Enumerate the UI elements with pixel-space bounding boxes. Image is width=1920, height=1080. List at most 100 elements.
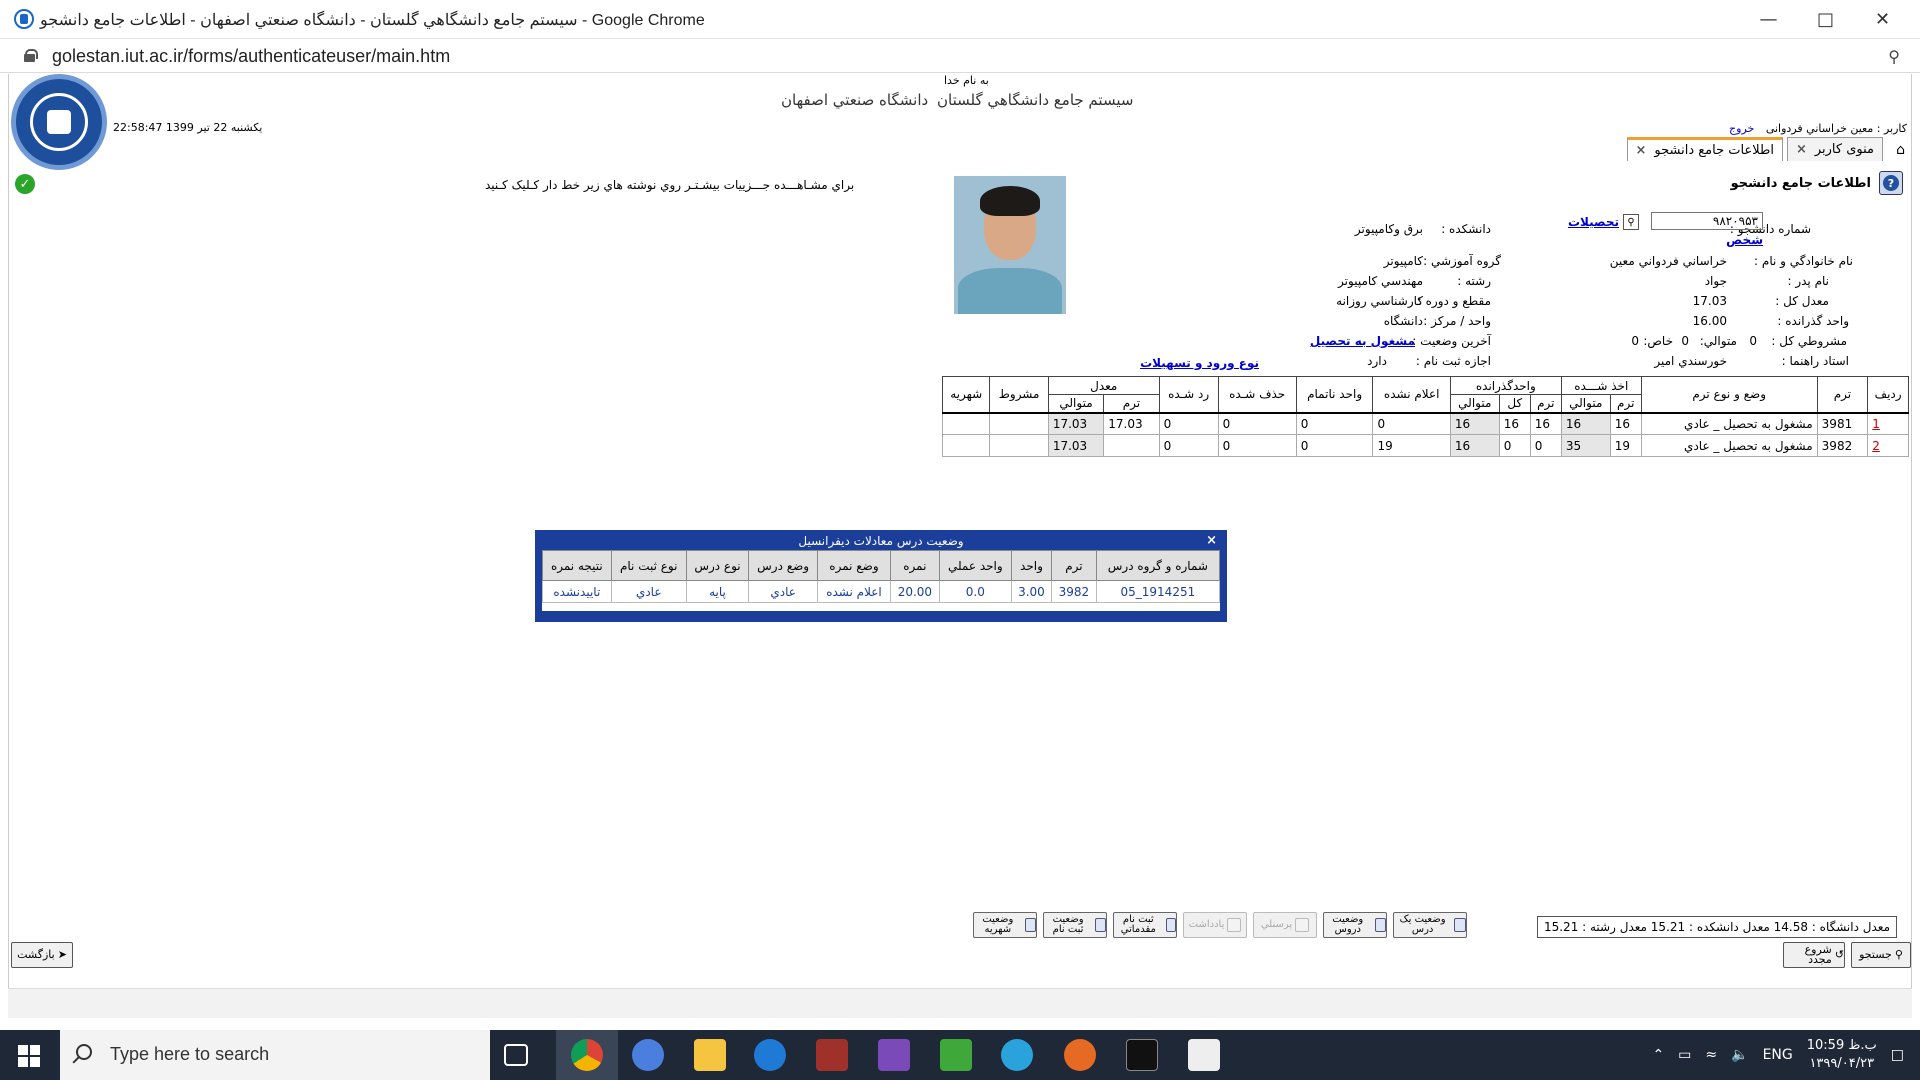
visual-studio-icon[interactable] <box>878 1039 910 1071</box>
language-indicator[interactable]: ENG <box>1763 1047 1793 1063</box>
taskbar-search[interactable]: Type here to search <box>60 1030 490 1080</box>
chevron-up-icon[interactable]: ⌃ <box>1652 1047 1664 1063</box>
browser-status-bar <box>8 988 1912 1018</box>
course-table: شماره و گروه درس ترم واحد واحد عملي نمره… <box>542 550 1221 603</box>
courses-status-button[interactable]: وضعيت دروس <box>1323 912 1387 938</box>
course-col-header: شماره و گروه درس <box>1095 550 1221 581</box>
course-col-header: واحد عملي <box>938 550 1012 581</box>
course-cell: 0.0 <box>938 580 1012 603</box>
note-button[interactable]: يادداشت <box>1183 912 1247 938</box>
popup-close-icon[interactable]: × <box>1206 532 1217 550</box>
telegram-icon[interactable] <box>1001 1039 1033 1071</box>
status-label: آخرين وضعيت : <box>1412 334 1491 348</box>
tab-close-icon[interactable]: × <box>1796 142 1807 157</box>
term-cell: 3982 <box>1816 434 1869 457</box>
tahsilat-link[interactable]: تحصیلات <box>1568 215 1619 229</box>
winrar-icon[interactable] <box>816 1039 848 1071</box>
edge-icon[interactable] <box>754 1039 786 1071</box>
qt-creator-icon[interactable] <box>940 1039 972 1071</box>
row-index-link[interactable]: 2 <box>1872 439 1880 453</box>
system-tray: ⌃ ▭ ≈ 🔈 ENG 10:59 ب.ظ ۱۳۹۹/۰۴/۲۳ □ <box>1652 1030 1920 1080</box>
level-value: کارشناسي روزانه <box>1336 294 1423 308</box>
course-cell: 3982 <box>1051 580 1097 603</box>
personnel-button[interactable]: پرسنلي <box>1253 912 1317 938</box>
dropped-cell: 0 <box>1217 434 1297 457</box>
popup-title: وضعيت درس معادلات ديفرانسيل × <box>537 532 1225 550</box>
back-button[interactable]: ➤ بازگشت <box>11 942 73 968</box>
tab-close-icon[interactable]: × <box>1636 143 1647 158</box>
help-icon[interactable]: ? <box>1879 171 1903 195</box>
close-icon[interactable]: ✕ <box>1854 0 1911 39</box>
student-photo <box>954 176 1066 314</box>
probation-label: مشروطي کل : <box>1771 334 1847 348</box>
major-label: رشته : <box>1457 274 1491 288</box>
group-label: گروه آموزشي : <box>1423 254 1501 268</box>
reg-status-button[interactable]: وضعيت ثبت نام <box>1043 912 1107 938</box>
terminal-icon[interactable] <box>1126 1039 1158 1071</box>
passed-term-cell: 16 <box>1529 411 1562 435</box>
prereg-button[interactable]: ثبت نام مقدماتي <box>1113 912 1177 938</box>
status-cell: مشغول به تحصيل _ عادي <box>1640 434 1818 457</box>
course-cell: اعلام نشده <box>817 580 891 603</box>
consec-value: 0 <box>1681 334 1689 348</box>
col-row: رديف <box>1867 376 1909 413</box>
home-icon[interactable]: ⌂ <box>1896 142 1905 158</box>
col-taken-consec: متوالي <box>1560 394 1611 413</box>
key-icon[interactable]: ⚲ <box>1888 47 1900 66</box>
entry-type-link[interactable]: نوع ورود و تسهيلات <box>1140 356 1259 370</box>
photos-icon[interactable] <box>1188 1039 1220 1071</box>
col-probation: مشروط <box>989 376 1049 413</box>
status-link[interactable]: مشغول به تحصيل <box>1310 334 1415 348</box>
status-cell: مشغول به تحصيل _ عادي <box>1640 411 1818 435</box>
search-button[interactable]: ⚲ جستجو <box>1851 942 1911 968</box>
tab-user-menu[interactable]: منوی کاربر × <box>1786 137 1883 161</box>
address-bar[interactable]: golestan.iut.ac.ir/forms/authenticateuse… <box>0 39 1920 73</box>
course-col-header: ترم <box>1051 550 1097 581</box>
course-col-header: نوع ثبت نام <box>610 550 687 581</box>
logout-link[interactable]: خروج <box>1729 122 1754 135</box>
chromium-icon[interactable] <box>632 1039 664 1071</box>
gpa-consec-cell: 17.03 <box>1047 411 1105 435</box>
special-label: خاص: <box>1643 334 1673 348</box>
gpa-value: 17.03 <box>1692 294 1727 308</box>
name-label: نام خانوادگي و نام : <box>1754 254 1853 268</box>
file-explorer-icon[interactable] <box>694 1039 726 1071</box>
advisor-label: استاد راهنما : <box>1781 354 1849 368</box>
volume-icon[interactable]: 🔈 <box>1731 1047 1748 1063</box>
firefox-icon[interactable] <box>1064 1039 1096 1071</box>
passed-value: 16.00 <box>1692 314 1727 328</box>
col-dropped: حذف شـده <box>1217 376 1297 413</box>
search-placeholder: Type here to search <box>110 1044 270 1064</box>
tuition-status-button[interactable]: وضعيت شهريه <box>973 912 1037 938</box>
course-status-popup: وضعيت درس معادلات ديفرانسيل × شماره و گر… <box>535 530 1227 622</box>
course-status-button[interactable]: وضعيت يک درس <box>1393 912 1467 938</box>
passed-consec-cell: 16 <box>1449 411 1500 435</box>
minimize-icon[interactable]: — <box>1740 0 1797 39</box>
term-cell: 3981 <box>1816 411 1869 435</box>
url-text[interactable]: golestan.iut.ac.ir/forms/authenticateuse… <box>52 46 450 67</box>
tab-student-info[interactable]: اطلاعات جامع دانشجو × <box>1626 137 1783 161</box>
task-view-icon[interactable] <box>504 1044 528 1066</box>
restart-icon: ↺ <box>1834 948 1844 961</box>
level-label: مقطع و دوره : <box>1417 294 1491 308</box>
notifications-icon[interactable]: □ <box>1891 1047 1904 1063</box>
wifi-icon[interactable]: ≈ <box>1705 1047 1717 1063</box>
student-id-field[interactable]: ۹۸۲۰۹۵۳ <box>1651 212 1763 230</box>
maximize-icon[interactable]: □ <box>1797 0 1854 39</box>
restart-button[interactable]: ↺ شروع مجدد <box>1783 942 1845 968</box>
user-label: کاربر : معين خراساني فردوانی <box>1765 122 1907 135</box>
row-index-link[interactable]: 1 <box>1872 417 1880 431</box>
personal-link[interactable]: شخص <box>1726 233 1763 247</box>
search-icon <box>76 1044 92 1060</box>
failed-cell: 0 <box>1158 411 1219 435</box>
clock[interactable]: 10:59 ب.ظ ۱۳۹۹/۰۴/۲۳ <box>1807 1037 1877 1073</box>
passed-term-cell: 0 <box>1529 434 1562 457</box>
clock-time: 10:59 ب.ظ <box>1806 1038 1877 1053</box>
battery-icon[interactable]: ▭ <box>1678 1047 1691 1063</box>
course-col-header: نوع درس <box>685 550 750 581</box>
tag-icon[interactable]: ⚲ <box>1623 214 1639 230</box>
gpa-consec-cell: 17.03 <box>1047 434 1105 457</box>
chrome-icon[interactable] <box>571 1039 603 1071</box>
windows-start-icon[interactable] <box>18 1045 40 1067</box>
money-icon <box>1024 918 1036 932</box>
